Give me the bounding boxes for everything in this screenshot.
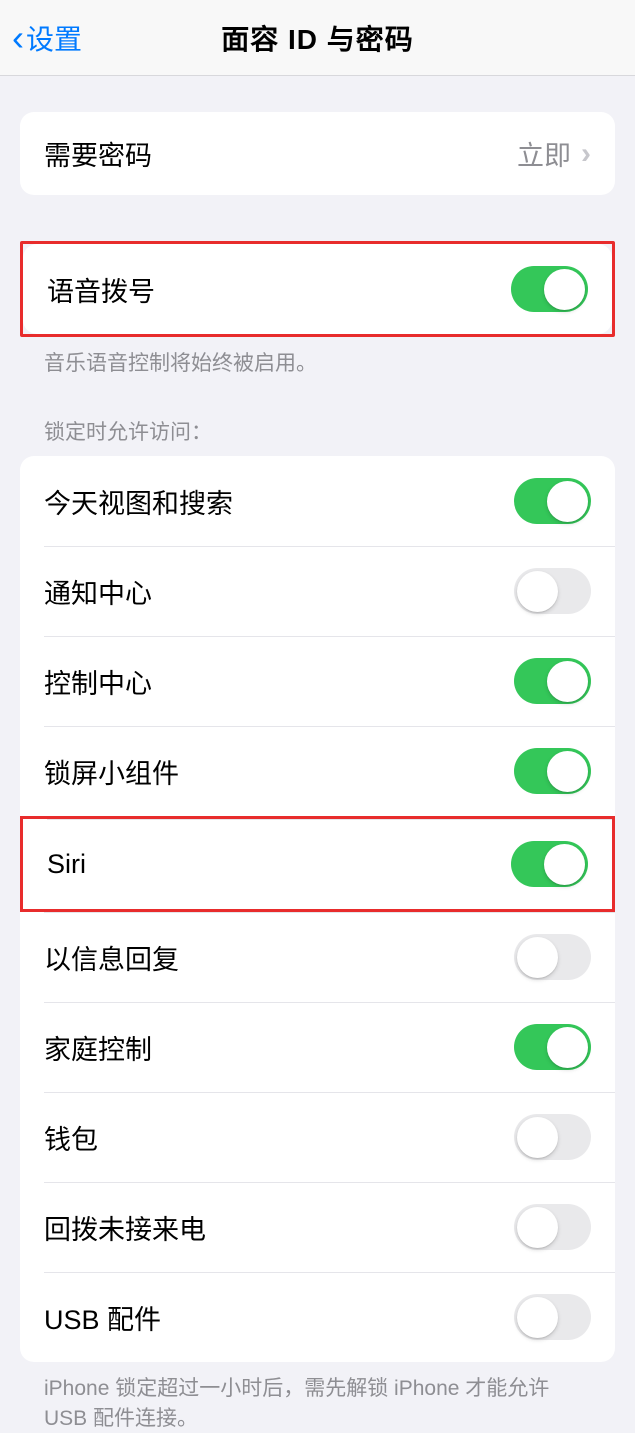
toggle-knob	[517, 1207, 558, 1248]
control-center-label: 控制中心	[44, 662, 152, 701]
wallet-label: 钱包	[44, 1118, 98, 1157]
chevron-left-icon: ‹	[12, 20, 24, 56]
home-control-label: 家庭控制	[44, 1028, 152, 1067]
lock-screen-widgets-toggle[interactable]	[514, 748, 591, 794]
usb-accessories-label: USB 配件	[44, 1298, 161, 1337]
voice-dial-row: 语音拨号	[23, 244, 612, 334]
voice-dial-toggle[interactable]	[511, 266, 588, 312]
navigation-bar: ‹ 设置 面容 ID 与密码	[0, 0, 635, 76]
return-missed-calls-toggle[interactable]	[514, 1204, 591, 1250]
today-view-toggle[interactable]	[514, 478, 591, 524]
toggle-knob	[547, 481, 588, 522]
toggle-knob	[547, 751, 588, 792]
require-passcode-value: 立即	[517, 134, 571, 173]
toggle-knob	[547, 661, 588, 702]
notification-center-row: 通知中心	[20, 546, 615, 636]
highlight-voice-dial: 语音拨号	[20, 241, 615, 337]
notification-center-label: 通知中心	[44, 572, 152, 611]
toggle-knob	[544, 269, 585, 310]
allow-access-group: 今天视图和搜索 通知中心 控制中心 锁屏小组件 Siri	[20, 456, 615, 1362]
require-passcode-label: 需要密码	[44, 134, 152, 173]
passcode-group: 需要密码 立即 ›	[20, 112, 615, 195]
wallet-toggle[interactable]	[514, 1114, 591, 1160]
home-control-row: 家庭控制	[20, 1002, 615, 1092]
siri-label: Siri	[47, 849, 86, 880]
chevron-right-icon: ›	[581, 137, 591, 171]
wallet-row: 钱包	[20, 1092, 615, 1182]
toggle-knob	[517, 1297, 558, 1338]
control-center-row: 控制中心	[20, 636, 615, 726]
toggle-knob	[544, 844, 585, 885]
home-control-toggle[interactable]	[514, 1024, 591, 1070]
voice-dial-label: 语音拨号	[47, 270, 155, 309]
reply-with-message-toggle[interactable]	[514, 934, 591, 980]
allow-access-header: 锁定时允许访问：	[20, 378, 615, 456]
reply-with-message-row: 以信息回复	[20, 912, 615, 1002]
lock-screen-widgets-label: 锁屏小组件	[44, 752, 179, 791]
control-center-toggle[interactable]	[514, 658, 591, 704]
require-passcode-value-container: 立即 ›	[517, 134, 591, 173]
toggle-knob	[547, 1027, 588, 1068]
usb-accessories-toggle[interactable]	[514, 1294, 591, 1340]
back-label: 设置	[26, 18, 82, 58]
toggle-knob	[517, 571, 558, 612]
today-view-label: 今天视图和搜索	[44, 482, 233, 521]
page-title: 面容 ID 与密码	[221, 18, 414, 58]
back-button[interactable]: ‹ 设置	[0, 18, 82, 58]
voice-dial-footer: 音乐语音控制将始终被启用。	[20, 337, 615, 378]
voice-dial-group: 语音拨号	[23, 244, 612, 334]
today-view-row: 今天视图和搜索	[20, 456, 615, 546]
usb-accessories-row: USB 配件	[20, 1272, 615, 1362]
siri-toggle[interactable]	[511, 841, 588, 887]
siri-row: Siri	[20, 816, 615, 912]
toggle-knob	[517, 937, 558, 978]
toggle-knob	[517, 1117, 558, 1158]
return-missed-calls-row: 回拨未接来电	[20, 1182, 615, 1272]
usb-accessories-footer: iPhone 锁定超过一小时后，需先解锁 iPhone 才能允许 USB 配件连…	[20, 1362, 615, 1433]
reply-with-message-label: 以信息回复	[44, 938, 179, 977]
lock-screen-widgets-row: 锁屏小组件	[20, 726, 615, 816]
require-passcode-row[interactable]: 需要密码 立即 ›	[20, 112, 615, 195]
return-missed-calls-label: 回拨未接来电	[44, 1208, 206, 1247]
notification-center-toggle[interactable]	[514, 568, 591, 614]
